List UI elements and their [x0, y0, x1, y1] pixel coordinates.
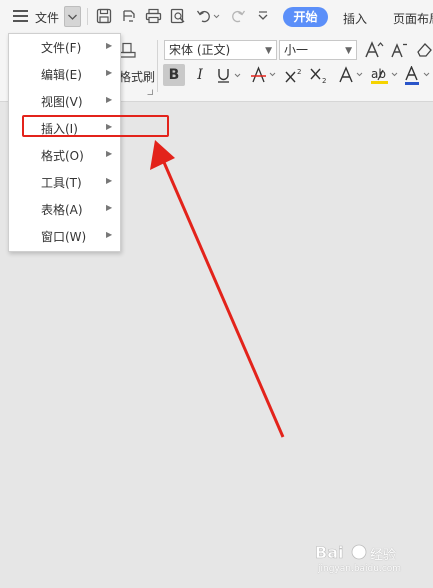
watermark-url: jingyan.baidu.com: [318, 564, 402, 574]
annotation-arrow-icon: [150, 140, 285, 438]
watermark-suffix: 经验: [370, 548, 397, 563]
baidu-watermark: Bai 经验 jingyan.baidu.com: [313, 540, 423, 580]
svg-text:Bai: Bai: [315, 543, 343, 562]
baidu-logo-icon: Bai: [315, 543, 367, 562]
